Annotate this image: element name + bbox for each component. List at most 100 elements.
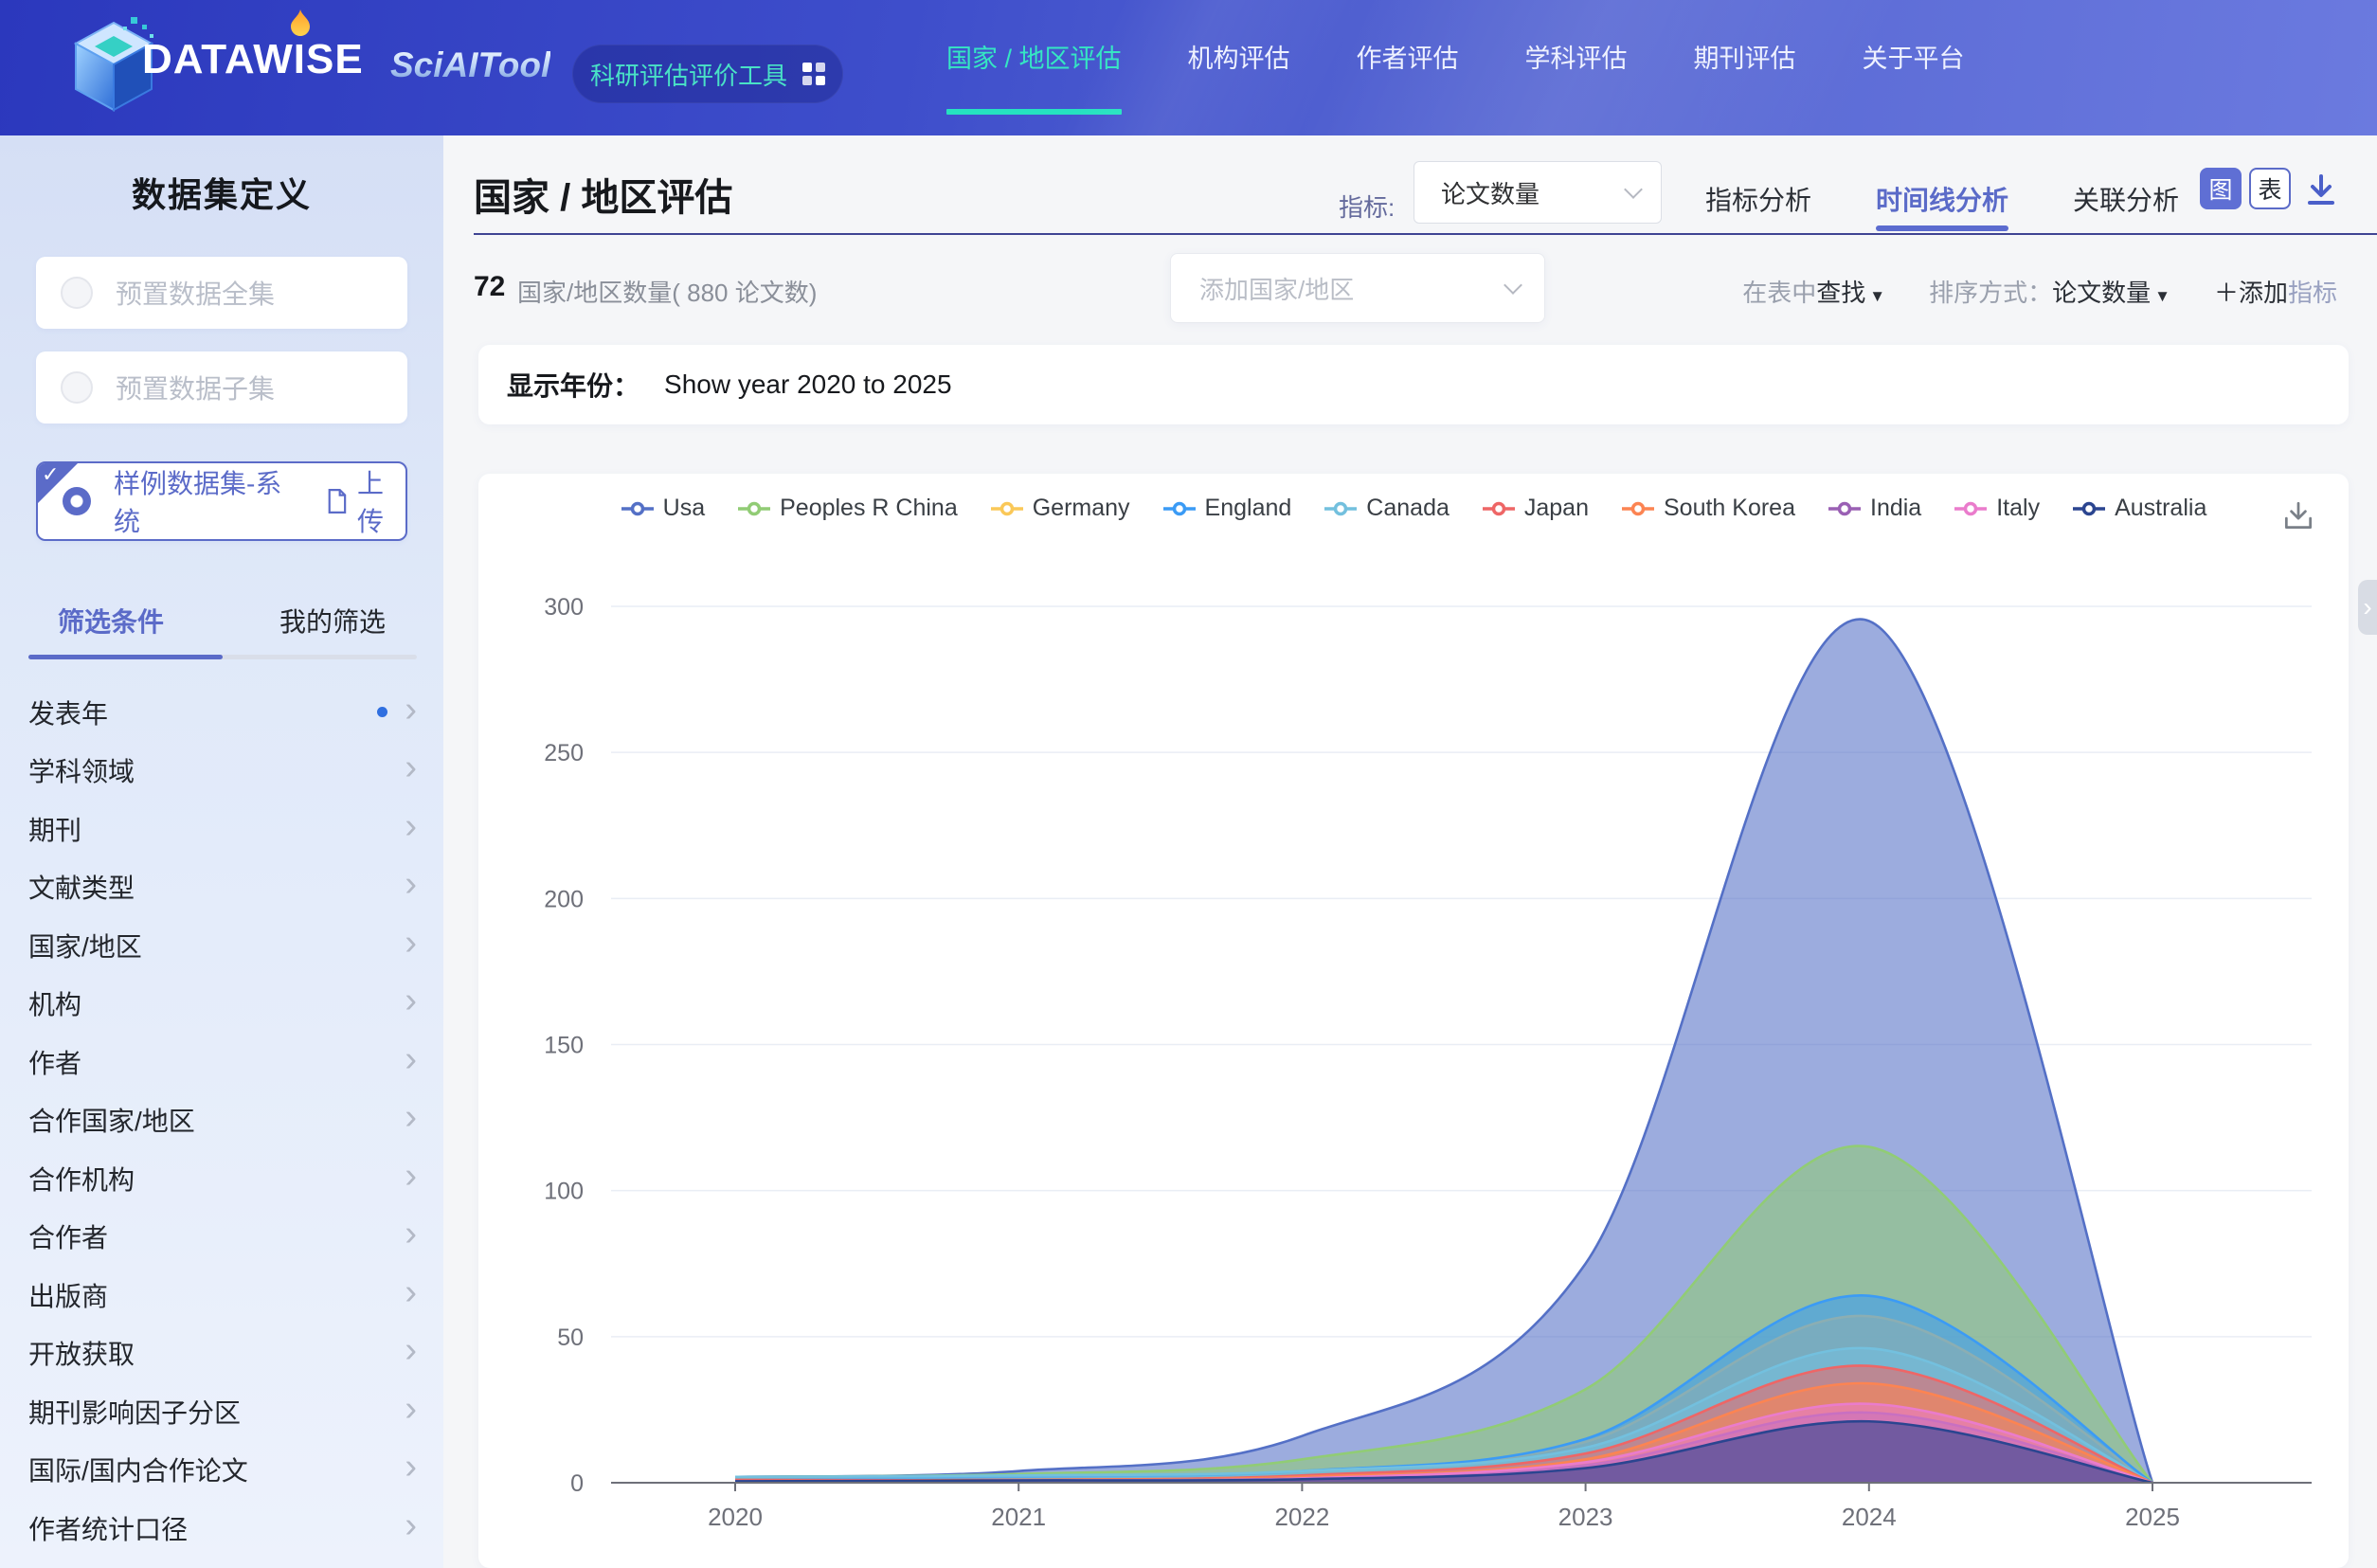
filter-label: 机构 (28, 984, 405, 1022)
caret-down-icon: ▼ (1869, 287, 1885, 305)
drawer-toggle-handle[interactable]: › (2358, 580, 2377, 635)
svg-text:0: 0 (570, 1470, 584, 1497)
chevron-right-icon: › (2363, 592, 2371, 622)
dataset-option-full[interactable]: 预置数据全集 (36, 257, 407, 329)
check-icon: ✓ (42, 462, 59, 487)
dataset-option-sample[interactable]: ✓ 样例数据集-系统 上传 (36, 461, 407, 541)
filter-label: 国家/地区 (28, 927, 405, 964)
filter-label: 期刊影响因子分区 (28, 1393, 405, 1431)
tab-metric-analysis[interactable]: 指标分析 (1705, 180, 1811, 218)
add-region-placeholder: 添加国家/地区 (1199, 271, 1354, 306)
dataset-option-label: 预置数据子集 (116, 369, 275, 406)
find-in-table-control[interactable]: 在表中查找▼ (1742, 274, 1885, 309)
filter-item[interactable]: 文献类型 › (0, 858, 443, 917)
main-nav: 国家 / 地区评估 机构评估 作者评估 学科评估 期刊评估 关于平台 (946, 28, 1965, 83)
filter-item[interactable]: 期刊影响因子分区 › (0, 1382, 443, 1441)
tab-filter-conditions[interactable]: 筛选条件 (0, 602, 222, 640)
brand-name: DATAWISE (142, 36, 364, 83)
tool-pill-label: 科研评估评价工具 (590, 57, 787, 92)
tab-relation-analysis[interactable]: 关联分析 (2073, 180, 2179, 218)
filter-item[interactable]: 合作机构 › (0, 1149, 443, 1208)
tab-timeline-analysis[interactable]: 时间线分析 (1876, 180, 2008, 218)
filter-item[interactable]: 合作者 › (0, 1208, 443, 1267)
nav-item-4[interactable]: 期刊评估 (1694, 38, 1796, 75)
tool-switcher-pill[interactable]: 科研评估评价工具 (572, 45, 843, 103)
radio-icon[interactable] (61, 371, 93, 404)
filter-item[interactable]: 出版商 › (0, 1266, 443, 1325)
add-metric-button[interactable]: ＋添加指标 (2214, 274, 2337, 309)
filter-label: 作者 (28, 1043, 405, 1081)
apps-grid-icon (802, 63, 825, 85)
filter-item[interactable]: 学科领域 › (0, 742, 443, 801)
year-range-bar: 显示年份： Show year 2020 to 2025 (478, 345, 2349, 424)
chevron-down-icon (1504, 276, 1522, 295)
nav-item-2[interactable]: 作者评估 (1357, 38, 1459, 75)
radio-icon[interactable] (61, 277, 93, 309)
nav-item-0[interactable]: 国家 / 地区评估 (946, 38, 1122, 75)
plus-icon: ＋ (2214, 279, 2239, 307)
region-count: 72 (474, 271, 505, 303)
svg-text:2021: 2021 (991, 1503, 1046, 1531)
active-filter-dot-icon (377, 707, 387, 717)
filter-label: 合作者 (28, 1217, 405, 1255)
metric-label: 指标: (1339, 189, 1395, 224)
sort-control[interactable]: 排序方式：论文数量▼ (1929, 274, 2170, 309)
filter-item[interactable]: 期刊 › (0, 800, 443, 858)
metric-select[interactable]: 论文数量 (1414, 161, 1662, 224)
chevron-down-icon (1624, 180, 1643, 199)
svg-text:250: 250 (544, 740, 584, 766)
filter-item[interactable]: 作者统计口径 › (0, 1499, 443, 1558)
app-root: { "header": { "brand": "DATAWISE", "sub_… (0, 0, 2377, 1568)
chart-view-button[interactable]: 图 (2200, 168, 2242, 209)
filter-item[interactable]: 作者 › (0, 1033, 443, 1091)
flame-icon (290, 9, 311, 40)
filter-item[interactable]: 机构 › (0, 975, 443, 1034)
sort-label: 排序方式： (1929, 279, 2052, 307)
sidebar-tab-track (28, 655, 417, 659)
dataset-option-label: 样例数据集-系统 (114, 463, 293, 539)
download-icon[interactable] (2302, 171, 2340, 209)
filter-item[interactable]: 开放获取 › (0, 1325, 443, 1383)
svg-text:150: 150 (544, 1033, 584, 1059)
table-view-button[interactable]: 表 (2249, 168, 2291, 209)
filter-label: 合作国家/地区 (28, 1101, 405, 1139)
app-header: DATAWISE SciAITool 科研评估评价工具 国家 / 地区评估 机构评… (0, 0, 2377, 135)
nav-item-5[interactable]: 关于平台 (1863, 38, 1965, 75)
sidebar-tabs: 筛选条件 我的筛选 (0, 602, 443, 640)
filter-item[interactable]: 国际/国内合作论文 › (0, 1441, 443, 1500)
nav-item-3[interactable]: 学科评估 (1525, 38, 1628, 75)
region-count-label: 国家/地区数量( 880 论文数) (517, 274, 817, 309)
dataset-option-subset[interactable]: 预置数据子集 (36, 351, 407, 424)
sub-brand-name: SciAITool (390, 45, 550, 85)
filter-label: 文献类型 (28, 868, 405, 906)
upload-action[interactable]: 上传 (327, 463, 405, 539)
svg-text:2022: 2022 (1274, 1503, 1329, 1531)
nav-item-1[interactable]: 机构评估 (1188, 38, 1290, 75)
caret-down-icon: ▼ (2154, 287, 2170, 305)
svg-text:2020: 2020 (708, 1503, 763, 1531)
add-metric-strong: 添加 (2239, 279, 2288, 307)
add-region-select[interactable]: 添加国家/地区 (1170, 253, 1545, 323)
filter-label: 开放获取 (28, 1334, 405, 1372)
year-range-value: Show year 2020 to 2025 (664, 369, 952, 400)
find-prefix: 在表中 (1742, 279, 1816, 307)
svg-text:2023: 2023 (1558, 1503, 1613, 1531)
find-action: 查找 (1816, 279, 1865, 307)
timeline-area-chart[interactable]: 0501001502002503002020202120222023202420… (478, 474, 2349, 1568)
sidebar: 数据集定义 预置数据全集 预置数据子集 ✓ 样例数据集-系统 上传 筛选条件 我… (0, 135, 443, 1568)
file-icon (327, 487, 348, 515)
svg-text:200: 200 (544, 886, 584, 912)
filter-item[interactable]: 国家/地区 › (0, 916, 443, 975)
filter-item[interactable]: 发表年 › (0, 683, 443, 742)
svg-text:2025: 2025 (2125, 1503, 2180, 1531)
add-metric-light: 指标 (2288, 279, 2337, 307)
filter-item[interactable]: 合作国家/地区 › (0, 1091, 443, 1150)
svg-text:300: 300 (544, 594, 584, 621)
sidebar-title: 数据集定义 (0, 168, 443, 217)
table-tools: 在表中查找▼ 排序方式：论文数量▼ ＋添加指标 (1742, 274, 2337, 309)
analysis-tabs: 指标分析 时间线分析 关联分析 (1705, 180, 2179, 218)
sort-value: 论文数量 (2052, 279, 2151, 307)
tab-my-filters[interactable]: 我的筛选 (222, 602, 443, 640)
filter-label: 学科领域 (28, 751, 405, 789)
upload-label: 上传 (357, 463, 405, 539)
